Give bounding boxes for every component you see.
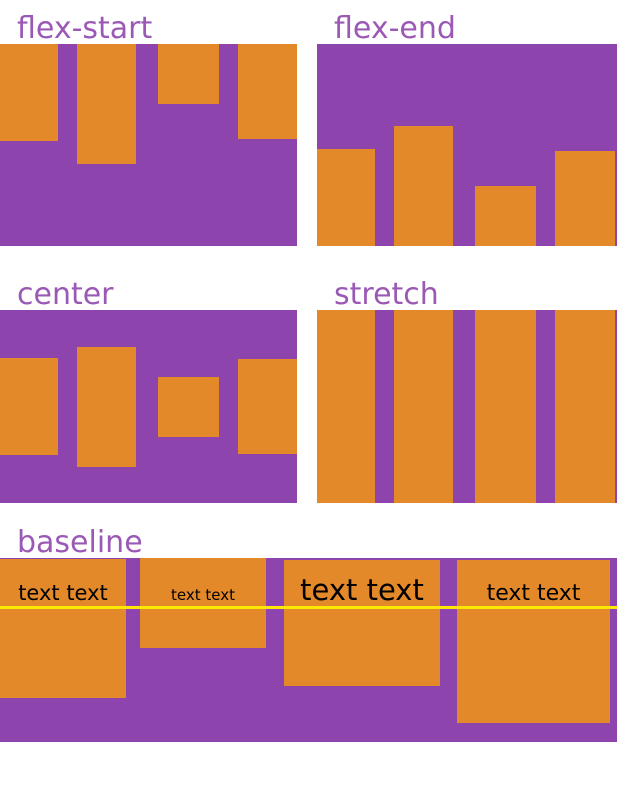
flex-container-flex-end <box>317 44 617 246</box>
flex-container-flex-start <box>0 44 297 246</box>
flex-item-text: text text <box>284 560 440 686</box>
flex-container-center <box>0 310 297 503</box>
panel-title-stretch: stretch <box>334 277 439 312</box>
panel-title-baseline: baseline <box>17 525 143 560</box>
demo-panel-flex-start: flex-start <box>0 14 300 246</box>
demo-panel-center: center <box>0 280 300 503</box>
demo-panel-flex-end: flex-end <box>317 14 617 246</box>
flex-item <box>238 359 297 454</box>
flex-item-label: text text <box>171 586 235 604</box>
flex-item <box>77 346 136 467</box>
flex-container-stretch <box>317 310 617 503</box>
flex-item <box>0 44 58 141</box>
flex-item <box>555 151 615 246</box>
demo-panel-baseline: baseline text text text text text text t… <box>0 528 617 742</box>
flex-item-text: text text <box>0 559 126 698</box>
flex-item <box>238 44 297 139</box>
flex-item-text: text text <box>140 558 266 648</box>
flex-item-text: text text <box>457 560 610 723</box>
flex-item <box>158 376 219 437</box>
flex-item <box>77 44 136 164</box>
flex-item <box>555 310 615 503</box>
flexbox-align-items-demo-page: flex-start flex-end center stretch basel… <box>0 0 617 786</box>
flex-item-label: text text <box>300 573 424 607</box>
flex-item <box>475 310 536 503</box>
flex-item <box>317 310 375 503</box>
panel-title-flex-end: flex-end <box>334 11 456 46</box>
flex-container-baseline: text text text text text text text text <box>0 558 617 742</box>
flex-item-label: text text <box>18 581 108 605</box>
flex-item <box>475 186 536 246</box>
demo-panel-stretch: stretch <box>317 280 617 503</box>
flex-item <box>394 126 453 246</box>
flex-item <box>0 358 58 455</box>
panel-title-center: center <box>17 277 114 312</box>
flex-item-label: text text <box>486 581 581 606</box>
flex-item <box>317 149 375 246</box>
flex-item <box>394 310 453 503</box>
panel-title-flex-start: flex-start <box>17 11 153 46</box>
flex-item <box>158 44 219 104</box>
